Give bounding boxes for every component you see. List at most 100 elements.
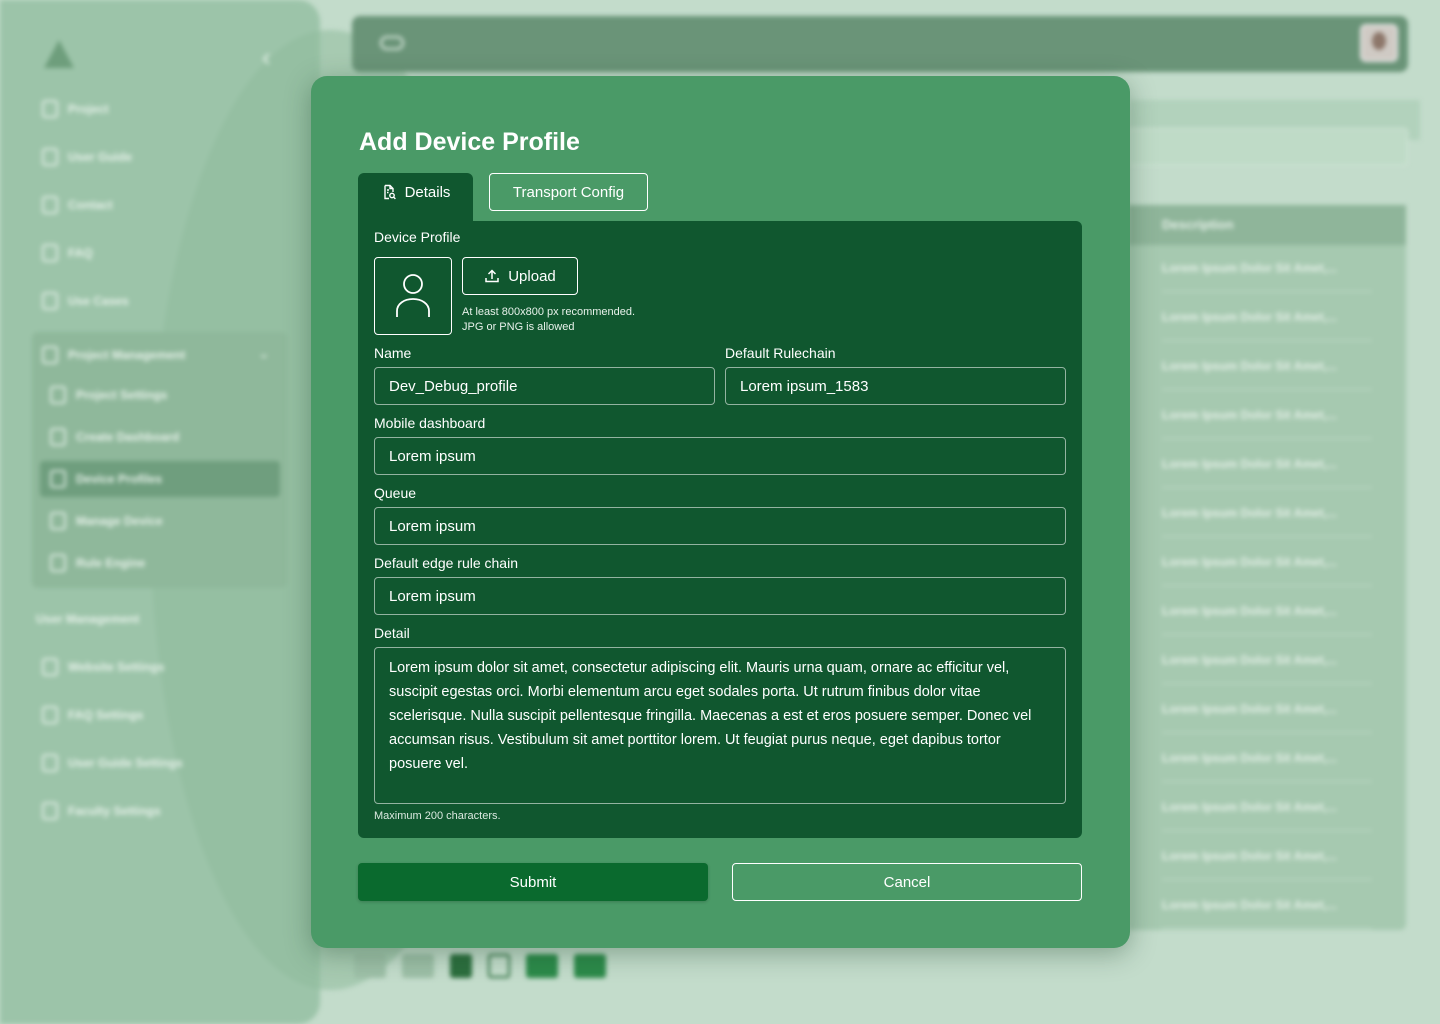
table-row[interactable]: Lorem Ipsum Dolor Sit Amet,... — [1162, 555, 1337, 569]
row-divider — [1162, 536, 1372, 537]
table-row[interactable]: Lorem Ipsum Dolor Sit Amet,... — [1162, 506, 1337, 520]
column-header-description[interactable]: Description — [1162, 217, 1234, 232]
mobile-dashboard-field[interactable]: Lorem ipsum — [374, 437, 1066, 475]
book-icon — [42, 754, 58, 772]
last-page-button[interactable] — [574, 954, 606, 978]
row-divider — [1162, 634, 1372, 635]
table-row[interactable]: Lorem Ipsum Dolor Sit Amet,... — [1162, 604, 1337, 618]
sidebar-item-contact[interactable]: Contact — [42, 194, 113, 216]
search-input[interactable] — [1128, 128, 1408, 166]
row-divider — [1162, 438, 1372, 439]
sidebar-item-create-dashboard[interactable]: Create Dashboard — [50, 426, 179, 448]
document-search-icon — [383, 184, 396, 200]
sidebar-item-faq-settings[interactable]: FAQ Settings — [42, 704, 143, 726]
chevron-down-icon[interactable]: ⌄ — [258, 345, 270, 362]
project-management-group — [32, 332, 287, 588]
dashboard-icon — [50, 428, 66, 446]
book-icon — [42, 148, 58, 166]
table-row[interactable]: Lorem Ipsum Dolor Sit Amet,... — [1162, 310, 1337, 324]
tab-details-label: Details — [404, 183, 451, 201]
default-rulechain-field[interactable]: Lorem ipsum_1583 — [725, 367, 1066, 405]
sidebar-item-project-settings[interactable]: Project Settings — [50, 384, 167, 406]
sidebar-item-website-settings[interactable]: Website Settings — [42, 656, 164, 678]
upload-label: Upload — [508, 267, 556, 285]
queue-label: Queue — [374, 485, 417, 501]
upload-button[interactable]: Upload — [462, 257, 578, 295]
sidebar-item-project-management[interactable]: Project Management — [42, 344, 185, 366]
device-table: Description Lorem Ipsum Dolor Sit Amet,.… — [1128, 205, 1406, 930]
user-avatar[interactable] — [1360, 24, 1398, 62]
detail-label: Detail — [374, 625, 410, 641]
table-row[interactable]: Lorem Ipsum Dolor Sit Amet,... — [1162, 800, 1337, 814]
add-device-profile-modal: Add Device Profile Details Transport Con… — [311, 76, 1130, 948]
row-divider — [1162, 291, 1372, 292]
file-icon — [42, 100, 58, 118]
table-row[interactable]: Lorem Ipsum Dolor Sit Amet,... — [1162, 457, 1337, 471]
details-form: Device Profile Upload At least 800x800 p… — [358, 221, 1082, 838]
folder-icon — [42, 346, 58, 364]
page-button-1[interactable] — [450, 954, 472, 978]
section-label-user-management: User Management — [36, 612, 140, 626]
theme-toggle-icon[interactable] — [380, 36, 404, 50]
sidebar-item-project[interactable]: Project — [42, 98, 109, 120]
upload-icon — [485, 269, 499, 283]
table-row[interactable]: Lorem Ipsum Dolor Sit Amet,... — [1162, 751, 1337, 765]
row-divider — [1162, 732, 1372, 733]
first-page-button[interactable] — [354, 954, 386, 978]
top-bar — [352, 16, 1408, 72]
page-button-2[interactable] — [488, 954, 510, 978]
name-field[interactable]: Dev_Debug_profile — [374, 367, 715, 405]
sidebar-item-manage-device[interactable]: Manage Device — [50, 510, 163, 532]
table-row[interactable]: Lorem Ipsum Dolor Sit Amet,... — [1162, 359, 1337, 373]
row-divider — [1162, 683, 1372, 684]
detail-char-limit-note: Maximum 200 characters. — [374, 810, 501, 822]
sidebar-item-device-profiles[interactable]: Device Profiles — [50, 468, 162, 490]
table-row[interactable]: Lorem Ipsum Dolor Sit Amet,... — [1162, 849, 1337, 863]
tab-transport-config[interactable]: Transport Config — [489, 173, 648, 211]
sidebar-item-use-cases[interactable]: Use Cases — [42, 290, 129, 312]
tab-details[interactable]: Details — [358, 173, 473, 221]
table-row[interactable]: Lorem Ipsum Dolor Sit Amet,... — [1162, 702, 1337, 716]
mobile-dashboard-label: Mobile dashboard — [374, 415, 486, 431]
chat-icon — [42, 706, 58, 724]
table-header: Description — [1128, 205, 1406, 245]
upload-hint-format: JPG or PNG is allowed — [462, 321, 575, 333]
row-divider — [1162, 879, 1372, 880]
row-divider — [1162, 389, 1372, 390]
sidebar-item-faq[interactable]: FAQ — [42, 242, 93, 264]
profile-card-icon — [50, 470, 66, 488]
submit-button[interactable]: Submit — [358, 863, 708, 901]
website-icon — [42, 658, 58, 676]
chat-icon — [42, 244, 58, 262]
default-rulechain-label: Default Rulechain — [725, 345, 836, 361]
row-divider — [1162, 928, 1372, 929]
sidebar-item-user-guide-settings[interactable]: User Guide Settings — [42, 752, 183, 774]
upload-hint-size: At least 800x800 px recommended. — [462, 306, 636, 318]
prev-page-button[interactable] — [402, 954, 434, 978]
profile-image-placeholder[interactable] — [374, 257, 452, 335]
row-divider — [1162, 585, 1372, 586]
collapse-sidebar-icon[interactable]: ‹ — [262, 42, 271, 73]
name-label: Name — [374, 345, 412, 361]
cancel-button[interactable]: Cancel — [732, 863, 1082, 901]
table-row[interactable]: Lorem Ipsum Dolor Sit Amet,... — [1162, 408, 1337, 422]
default-edge-rule-chain-field[interactable]: Lorem ipsum — [374, 577, 1066, 615]
row-divider — [1162, 781, 1372, 782]
sidebar-item-rule-engine[interactable]: Rule Engine — [50, 552, 145, 574]
detail-textarea[interactable]: Lorem ipsum dolor sit amet, consectetur … — [374, 647, 1066, 804]
sidebar-item-faculty-settings[interactable]: Faculty Settings — [42, 800, 161, 822]
default-edge-rule-chain-label: Default edge rule chain — [374, 555, 518, 571]
row-divider — [1162, 487, 1372, 488]
file-icon — [50, 386, 66, 404]
table-row[interactable]: Lorem Ipsum Dolor Sit Amet,... — [1162, 898, 1337, 912]
book-icon — [50, 554, 66, 572]
next-page-button[interactable] — [526, 954, 558, 978]
table-row[interactable]: Lorem Ipsum Dolor Sit Amet,... — [1162, 261, 1337, 275]
table-row[interactable]: Lorem Ipsum Dolor Sit Amet,... — [1162, 653, 1337, 667]
sidebar-item-user-guide[interactable]: User Guide — [42, 146, 132, 168]
row-divider — [1162, 830, 1372, 831]
row-divider — [1162, 340, 1372, 341]
contact-icon — [42, 196, 58, 214]
tab-transport-config-label: Transport Config — [512, 183, 625, 201]
queue-field[interactable]: Lorem ipsum — [374, 507, 1066, 545]
